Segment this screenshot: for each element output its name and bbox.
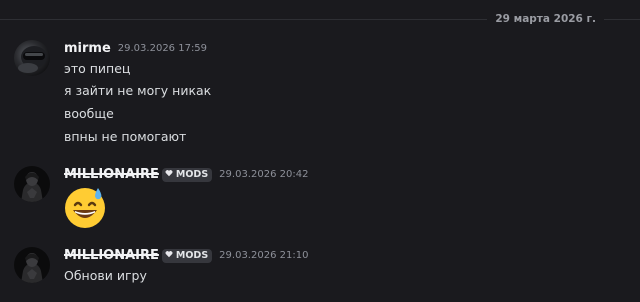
avatar[interactable] [14,166,50,202]
message-header: MILLIONAIRE MODS 29.03.2026 21:10 [64,247,308,265]
message-text: впны не помогают [64,129,187,144]
role-tag[interactable]: MODS [161,249,213,263]
avatar[interactable] [14,247,50,283]
username[interactable]: MILLIONAIRE [64,166,159,184]
username[interactable]: mirme [64,40,111,58]
message-text: я зайти не могу никак [64,83,212,98]
avatar[interactable] [14,40,50,76]
grinning-face-with-sweat-icon [62,184,108,230]
message-group: MILLIONAIRE MODS 29.03.2026 20:42 [0,166,640,230]
message-text: вообще [64,106,114,121]
timestamp: 29.03.2026 20:42 [219,169,309,180]
date-divider: 29 марта 2026 г. [0,10,640,30]
username[interactable]: MILLIONAIRE [64,247,159,265]
message-header: MILLIONAIRE MODS 29.03.2026 20:42 [64,166,308,184]
message-header: mirme 29.03.2026 17:59 [64,40,207,58]
heart-icon [165,249,173,263]
divider-date: 29 марта 2026 г. [487,12,604,27]
role-tag-label: MODS [175,250,209,261]
message-text: это пипец [64,61,131,76]
message-group: MILLIONAIRE MODS 29.03.2026 21:10 Обнови… [0,247,640,287]
timestamp: 29.03.2026 21:10 [219,250,309,261]
timestamp: 29.03.2026 17:59 [117,43,208,54]
message-group: mirme 29.03.2026 17:59 это пипец я зайти… [0,40,640,150]
heart-icon [165,168,173,182]
role-tag[interactable]: MODS [161,168,213,182]
role-tag-label: MODS [175,169,209,180]
message-text: Обнови игру [64,268,147,283]
